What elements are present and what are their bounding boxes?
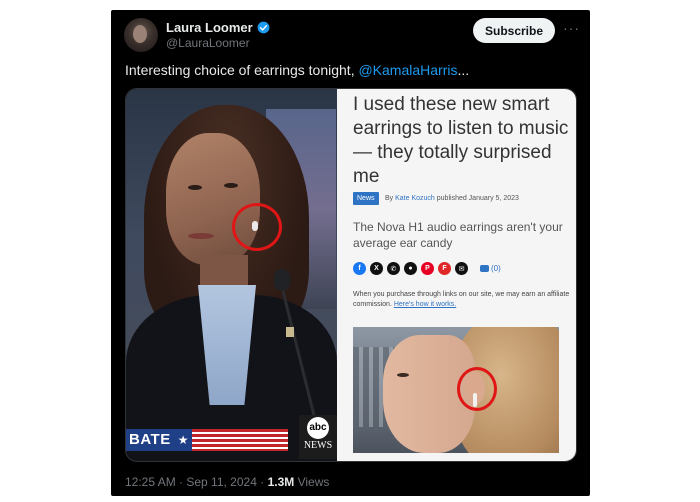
author-name-row[interactable]: Laura Loomer [166,20,270,35]
verified-badge-icon [257,21,270,34]
facebook-icon: f [353,262,366,275]
network-label: NEWS [303,440,333,451]
eye-shape [397,373,409,377]
article-screenshot[interactable]: I used these new smart earrings to liste… [337,89,576,461]
tweet-card: Laura Loomer @LauraLoomer Subscribe ··· … [111,10,590,496]
tweet-text: Interesting choice of earrings tonight, … [125,62,469,78]
eye-shape [188,185,202,190]
reddit-icon: ● [404,262,417,275]
comment-count-text: (0) [491,264,501,273]
mention-link[interactable]: @KamalaHarris [358,62,457,78]
flag-stripes [191,429,288,451]
earring-highlight-circle [232,203,282,251]
debate-banner-label: BATE [126,429,175,451]
views-count: 1.3M [267,475,295,489]
comment-icon [480,265,489,272]
display-name[interactable]: Laura Loomer [166,20,253,35]
star-icon: ★ [174,429,192,451]
article-author: Kate Kozuch [395,195,435,202]
email-icon: ✉ [455,262,468,275]
abc-logo-icon: abc [307,417,329,439]
tweet-time[interactable]: 12:25 AM [125,475,176,489]
share-icons: f X ✆ ● P F ✉ (0) [353,262,501,275]
flipboard-icon: F [438,262,451,275]
pinterest-icon: P [421,262,434,275]
x-icon: X [370,262,383,275]
meta-separator: · [175,475,187,489]
subscribe-button[interactable]: Subscribe [473,18,555,43]
tweet-text-suffix: ... [457,62,470,78]
whatsapp-icon: ✆ [387,262,400,275]
news-badge: News [353,192,379,205]
handle[interactable]: @LauraLoomer [166,36,250,50]
abc-news-logo: abc NEWS [299,415,337,459]
earring-highlight-circle [457,367,497,411]
article-subhead: The Nova H1 audio earrings aren't your a… [353,220,563,250]
tweet-media[interactable]: BATE ★ abc NEWS I used these new smart e… [125,88,577,462]
mouth-shape [188,233,214,239]
affiliate-disclosure: When you purchase through links on our s… [353,290,571,310]
published-date: published January 5, 2023 [434,195,519,202]
comment-count: (0) [480,264,501,273]
article-headline: I used these new smart earrings to liste… [353,94,569,187]
disclosure-text: When you purchase through links on our s… [353,291,570,308]
microphone-icon [274,269,290,291]
flag-pin-icon [286,327,294,337]
tweet-date[interactable]: Sep 11, 2024 [186,475,257,489]
byline: By Kate Kozuch published January 5, 2023 [385,195,519,202]
views-label: Views [294,475,330,489]
avatar[interactable] [124,18,158,52]
byline-prefix: By [385,195,396,202]
tweet-metadata: 12:25 AM · Sep 11, 2024 · 1.3M Views [125,475,329,489]
more-options-icon[interactable]: ··· [563,20,580,36]
eye-shape [224,183,238,188]
tweet-text-prefix: Interesting choice of earrings tonight, [125,62,359,78]
meta-separator: · [256,475,268,489]
article-photo [353,327,559,453]
debate-photo[interactable]: BATE ★ abc NEWS [126,89,337,461]
disclosure-link: Here's how it works. [393,301,457,308]
